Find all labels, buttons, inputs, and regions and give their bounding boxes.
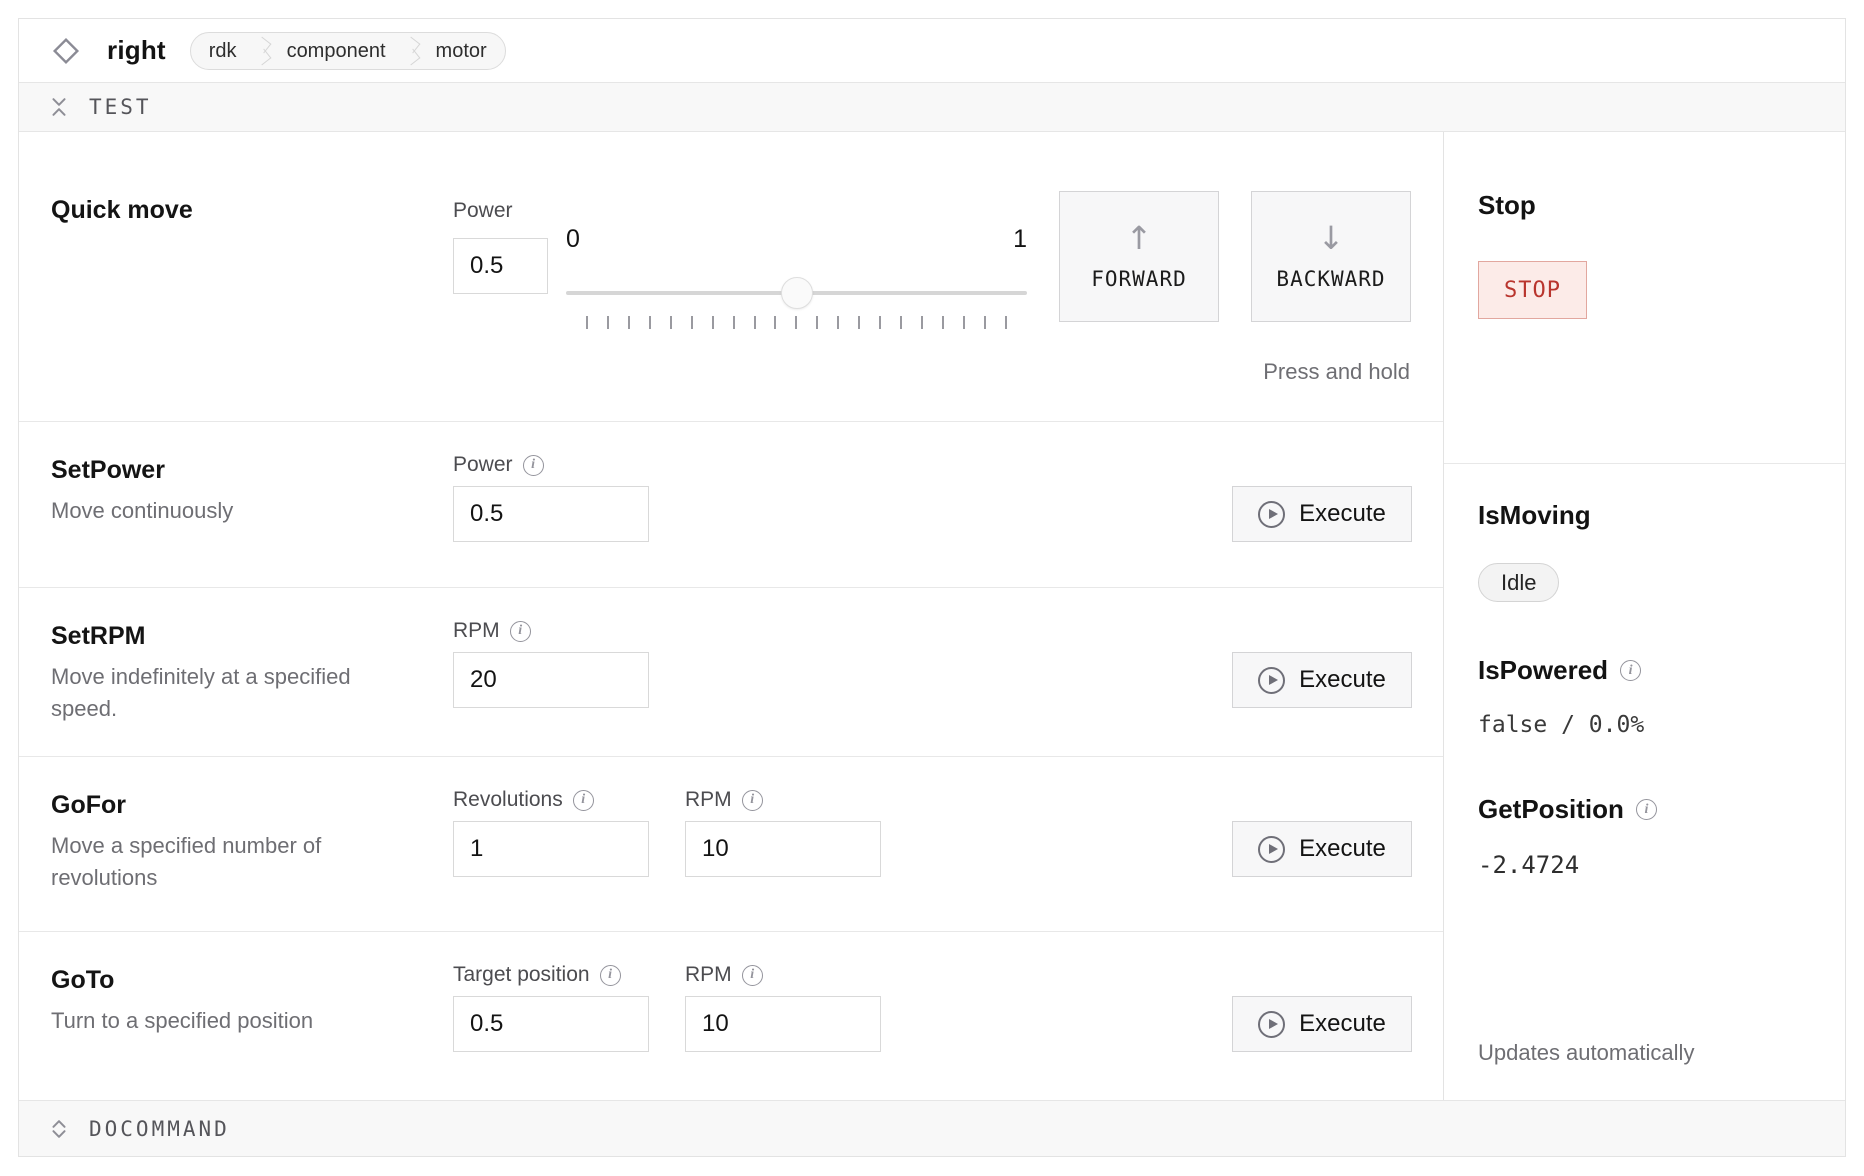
slider-min-label: 0 — [566, 225, 580, 257]
ispowered-value: false / 0.0% — [1478, 712, 1815, 738]
setpower-description: Move continuously — [51, 495, 391, 527]
setrpm-execute-button[interactable]: Execute — [1232, 652, 1412, 708]
ismoving-status-badge: Idle — [1478, 563, 1559, 602]
power-label: Power — [453, 199, 513, 223]
play-icon — [1258, 836, 1285, 863]
gofor-rpm-input[interactable] — [685, 821, 881, 877]
goto-target-position-label: Target position — [453, 963, 590, 987]
docommand-section-label: DOCOMMAND — [89, 1117, 230, 1141]
power-slider-thumb[interactable] — [781, 277, 813, 309]
play-icon — [1258, 667, 1285, 694]
setrpm-rpm-input[interactable] — [453, 652, 649, 708]
execute-button-label: Execute — [1299, 666, 1386, 694]
setrpm-row: SetRPM Move indefinitely at a specified … — [19, 588, 1443, 757]
panel-header: right rdk component motor — [19, 19, 1845, 83]
motor-panel: right rdk component motor TEST Quick mov… — [18, 18, 1846, 1157]
setpower-power-label: Power — [453, 453, 513, 477]
quick-move-power-group: Power — [453, 198, 548, 294]
goto-description: Turn to a specified position — [51, 1005, 391, 1037]
setrpm-rpm-label: RPM — [453, 619, 500, 643]
quick-move-row: Quick move Power 0 1 — [19, 132, 1443, 422]
test-section-label: TEST — [89, 95, 152, 119]
gofor-description: Move a specified number of revolutions — [51, 830, 391, 894]
stop-button[interactable]: STOP — [1478, 261, 1587, 319]
goto-rpm-input[interactable] — [685, 996, 881, 1052]
breadcrumb-item-motor: motor — [418, 33, 505, 69]
expand-icon — [49, 1119, 69, 1139]
info-icon[interactable] — [600, 965, 621, 986]
getposition-value: -2.4724 — [1478, 851, 1815, 879]
goto-execute-button[interactable]: Execute — [1232, 996, 1412, 1052]
info-icon[interactable] — [742, 790, 763, 811]
execute-button-label: Execute — [1299, 835, 1386, 863]
info-icon[interactable] — [1636, 799, 1657, 820]
quick-move-title: Quick move — [51, 196, 193, 225]
component-name: right — [107, 35, 166, 66]
slider-max-label: 1 — [1013, 225, 1027, 257]
goto-rpm-label: RPM — [685, 963, 732, 987]
press-and-hold-hint: Press and hold — [1263, 359, 1410, 385]
execute-button-label: Execute — [1299, 500, 1386, 528]
slider-ticks — [586, 316, 1007, 329]
setrpm-title: SetRPM — [51, 622, 453, 651]
info-icon[interactable] — [573, 790, 594, 811]
collapse-icon — [49, 97, 69, 117]
commands-pane: Quick move Power 0 1 — [19, 132, 1443, 1100]
gofor-revolutions-label: Revolutions — [453, 788, 563, 812]
play-icon — [1258, 501, 1285, 528]
info-icon[interactable] — [1620, 660, 1641, 681]
forward-button[interactable]: ↑ FORWARD — [1059, 191, 1219, 322]
gofor-rpm-label: RPM — [685, 788, 732, 812]
component-diamond-icon — [49, 34, 83, 68]
breadcrumb: rdk component motor — [190, 32, 506, 70]
info-icon[interactable] — [510, 621, 531, 642]
backward-button[interactable]: ↓ BACKWARD — [1251, 191, 1411, 322]
quick-move-power-input[interactable] — [453, 238, 548, 294]
breadcrumb-item-component: component — [269, 33, 404, 69]
stop-title: Stop — [1478, 190, 1815, 221]
arrow-up-icon: ↑ — [1126, 223, 1153, 253]
breadcrumb-chevron-icon — [404, 32, 418, 70]
ismoving-title: IsMoving — [1478, 500, 1815, 531]
play-icon — [1258, 1011, 1285, 1038]
test-section-header[interactable]: TEST — [19, 83, 1845, 132]
setpower-power-input[interactable] — [453, 486, 649, 542]
execute-button-label: Execute — [1299, 1010, 1386, 1038]
breadcrumb-item-rdk: rdk — [191, 33, 255, 69]
setrpm-description: Move indefinitely at a specified speed. — [51, 661, 391, 725]
setpower-title: SetPower — [51, 456, 453, 485]
status-section: IsMoving Idle IsPowered false / 0.0% Get… — [1444, 464, 1845, 1100]
updates-automatically-note: Updates automatically — [1478, 1040, 1694, 1066]
gofor-revolutions-input[interactable] — [453, 821, 649, 877]
ispowered-title: IsPowered — [1478, 655, 1608, 686]
backward-button-label: BACKWARD — [1276, 267, 1385, 291]
goto-target-position-input[interactable] — [453, 996, 649, 1052]
status-sidebar: Stop STOP IsMoving Idle IsPowered false … — [1443, 132, 1845, 1100]
gofor-title: GoFor — [51, 791, 453, 820]
breadcrumb-chevron-icon — [255, 32, 269, 70]
goto-row: GoTo Turn to a specified position Target… — [19, 932, 1443, 1100]
docommand-section-header[interactable]: DOCOMMAND — [19, 1100, 1845, 1156]
power-slider: 0 1 — [566, 225, 1027, 329]
gofor-execute-button[interactable]: Execute — [1232, 821, 1412, 877]
power-slider-track[interactable] — [566, 257, 1027, 309]
goto-title: GoTo — [51, 966, 453, 995]
stop-section: Stop STOP — [1444, 132, 1845, 464]
info-icon[interactable] — [523, 455, 544, 476]
info-icon[interactable] — [742, 965, 763, 986]
gofor-row: GoFor Move a specified number of revolut… — [19, 757, 1443, 932]
forward-button-label: FORWARD — [1091, 267, 1187, 291]
arrow-down-icon: ↓ — [1318, 223, 1345, 253]
setpower-row: SetPower Move continuously Power Execute — [19, 422, 1443, 588]
setpower-execute-button[interactable]: Execute — [1232, 486, 1412, 542]
getposition-title: GetPosition — [1478, 794, 1624, 825]
